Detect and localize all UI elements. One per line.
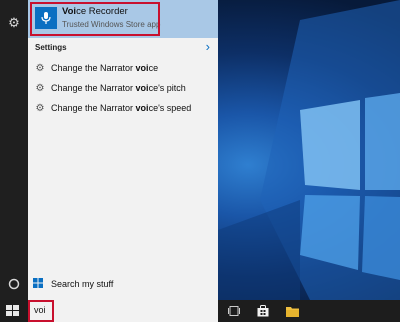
taskbar-search-box[interactable]: voi [28, 300, 218, 322]
search-my-stuff-label: Search my stuff [51, 279, 114, 289]
settings-gear-icon[interactable]: ⚙ [6, 15, 22, 31]
start-windows-icon[interactable] [6, 305, 19, 317]
settings-item-label: Change the Narrator voice's speed [51, 103, 192, 113]
settings-section-header: Settings [35, 43, 67, 52]
cortana-circle-icon[interactable] [6, 276, 22, 292]
windows-logo-icon [33, 278, 47, 290]
gear-icon: ⚙ [35, 62, 45, 74]
store-icon[interactable] [255, 303, 271, 319]
search-results-panel: Voice Recorder Trusted Windows Store app… [28, 0, 218, 300]
chevron-right-icon[interactable]: › [206, 39, 210, 54]
task-view-icon[interactable] [226, 303, 242, 319]
search-my-stuff-button[interactable]: Search my stuff [28, 274, 218, 294]
settings-item-narrator-pitch[interactable]: ⚙ Change the Narrator voice's pitch [28, 79, 218, 97]
file-explorer-icon[interactable] [284, 303, 300, 319]
gear-icon: ⚙ [35, 82, 45, 94]
settings-item-narrator-voice[interactable]: ⚙ Change the Narrator voice [28, 59, 218, 77]
annotation-highlight-box [30, 2, 160, 36]
annotation-search-box [28, 300, 54, 322]
start-left-rail: ⚙ [0, 0, 28, 300]
settings-item-narrator-speed[interactable]: ⚙ Change the Narrator voice's speed [28, 99, 218, 117]
settings-item-label: Change the Narrator voice [51, 63, 159, 73]
settings-item-label: Change the Narrator voice's pitch [51, 83, 186, 93]
gear-icon: ⚙ [35, 102, 45, 114]
